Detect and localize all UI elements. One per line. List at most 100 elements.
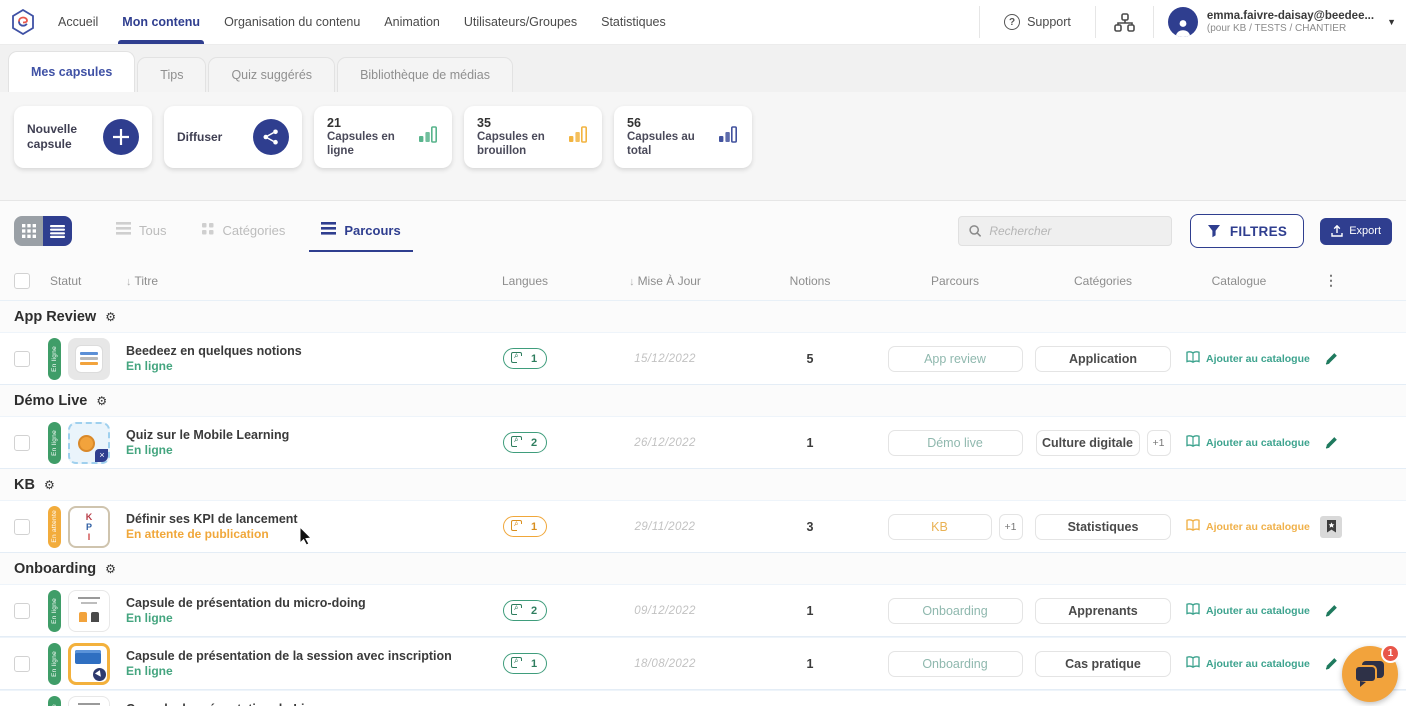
- add-to-catalogue-label: Ajouter au catalogue: [1206, 352, 1310, 365]
- add-to-catalogue-link[interactable]: Ajouter au catalogue: [1186, 351, 1310, 366]
- gear-icon[interactable]: ⚙: [105, 311, 116, 323]
- translate-icon: [510, 604, 526, 617]
- nav-item-utilisateurs-groupes[interactable]: Utilisateurs/Groupes: [452, 0, 589, 44]
- thumbnail-cell: [68, 589, 126, 632]
- capsule-thumbnail[interactable]: [68, 337, 110, 380]
- capsule-status: En ligne: [126, 610, 173, 625]
- filters-button[interactable]: FILTRES: [1189, 214, 1305, 248]
- stat-card-capsules-au-total[interactable]: 56 Capsules au total: [614, 106, 752, 168]
- parcours-chip[interactable]: Onboarding: [887, 597, 1023, 624]
- user-menu[interactable]: emma.faivre-daisay@beedee... (pour KB / …: [1154, 0, 1406, 44]
- extra-count-chip[interactable]: +1: [1146, 429, 1171, 456]
- edit-pencil-button[interactable]: [1324, 656, 1339, 671]
- book-icon: [1186, 351, 1200, 366]
- add-to-catalogue-link[interactable]: Ajouter au catalogue: [1186, 656, 1310, 671]
- capsule-title[interactable]: Capsule de présentation du Live: [126, 701, 460, 706]
- tab-tips[interactable]: Tips: [137, 57, 207, 92]
- nav-item-statistiques[interactable]: Statistiques: [589, 0, 678, 44]
- languages-badge[interactable]: 1: [502, 653, 548, 674]
- extra-count-chip[interactable]: +1: [998, 513, 1023, 540]
- capsule-title[interactable]: Capsule de présentation du micro-doing: [126, 595, 460, 611]
- nav-item-organisation-du-contenu[interactable]: Organisation du contenu: [212, 0, 372, 44]
- chat-launcher-button[interactable]: 1: [1342, 644, 1400, 702]
- book-icon: [1186, 656, 1200, 671]
- edit-pencil-button[interactable]: [1324, 351, 1339, 366]
- languages-badge[interactable]: 1: [502, 516, 548, 537]
- tab-mes-capsules[interactable]: Mes capsules: [8, 51, 136, 92]
- notions-count: 3: [806, 519, 814, 534]
- gear-icon[interactable]: ⚙: [96, 395, 107, 407]
- export-button[interactable]: Export: [1320, 217, 1392, 245]
- gear-icon[interactable]: ⚙: [105, 563, 116, 575]
- catalogue-cell: Ajouter au catalogue: [1176, 435, 1310, 450]
- status-pill: En ligne: [48, 589, 61, 632]
- languages-cell: 1: [460, 653, 590, 674]
- capsule-thumbnail[interactable]: ×: [68, 421, 110, 464]
- add-to-catalogue-link[interactable]: Ajouter au catalogue: [1186, 435, 1310, 450]
- capsule-thumbnail[interactable]: KPI: [68, 505, 110, 548]
- org-share-icon[interactable]: [1096, 0, 1153, 44]
- parcours-chip[interactable]: Démo live: [887, 429, 1023, 456]
- support-label: Support: [1027, 15, 1071, 29]
- column-options-icon[interactable]: ⋮: [1302, 272, 1360, 289]
- category-chip[interactable]: Apprenants: [1035, 597, 1171, 624]
- row-checkbox[interactable]: [14, 602, 30, 619]
- nav-item-mon-contenu[interactable]: Mon contenu: [110, 0, 212, 44]
- tab-bibliotheque-de-medias[interactable]: Bibliothèque de médias: [337, 57, 514, 92]
- tab-quiz-suggeres[interactable]: Quiz suggérés: [208, 57, 336, 92]
- category-chip[interactable]: Culture digitale: [1035, 429, 1140, 456]
- add-to-catalogue-link[interactable]: Ajouter au catalogue: [1186, 603, 1310, 618]
- categories-cell: Statistiques: [1030, 513, 1176, 540]
- bar-chart-icon: [418, 126, 439, 148]
- card-nouvelle-capsule[interactable]: Nouvelle capsule: [14, 106, 152, 168]
- select-all-checkbox[interactable]: [14, 272, 30, 289]
- bookmark-star-button[interactable]: [1320, 515, 1342, 538]
- view-mode-toggle[interactable]: [14, 216, 72, 246]
- translate-icon: [510, 657, 526, 670]
- row-checkbox[interactable]: [14, 518, 30, 535]
- category-chip[interactable]: Cas pratique: [1035, 650, 1171, 677]
- nav-item-animation[interactable]: Animation: [372, 0, 452, 44]
- filter-tab-tous[interactable]: Tous: [116, 222, 166, 240]
- capsule-thumbnail[interactable]: [68, 642, 110, 685]
- chevron-down-icon[interactable]: ▼: [1387, 17, 1396, 27]
- col-header-mise-a-jour[interactable]: ↓ Mise À Jour: [590, 274, 740, 288]
- parcours-chip[interactable]: KB: [887, 513, 992, 540]
- capsule-title[interactable]: Capsule de présentation de la session av…: [126, 648, 460, 664]
- languages-badge[interactable]: 2: [502, 432, 548, 453]
- filter-tab-parcours[interactable]: Parcours: [309, 222, 414, 252]
- beedeez-logo-icon[interactable]: [0, 0, 46, 44]
- category-chip[interactable]: Statistiques: [1035, 513, 1171, 540]
- capsule-thumbnail[interactable]: [68, 589, 110, 632]
- parcours-chip[interactable]: Onboarding: [887, 650, 1023, 677]
- card-diffuser[interactable]: Diffuser: [164, 106, 302, 168]
- row-checkbox[interactable]: [14, 655, 30, 672]
- edit-pencil-button[interactable]: [1324, 603, 1339, 618]
- capsule-title[interactable]: Quiz sur le Mobile Learning: [126, 427, 460, 443]
- gear-icon[interactable]: ⚙: [44, 479, 55, 491]
- support-button[interactable]: ? Support: [980, 0, 1095, 44]
- row-checkbox[interactable]: [14, 434, 30, 451]
- category-chip[interactable]: Application: [1035, 345, 1171, 372]
- search-box[interactable]: [957, 216, 1172, 246]
- capsule-thumbnail[interactable]: [68, 695, 110, 706]
- languages-badge[interactable]: 1: [502, 348, 548, 369]
- col-header-titre[interactable]: ↓ Titre: [126, 274, 460, 288]
- stat-card-capsules-en-brouillon[interactable]: 35 Capsules en brouillon: [464, 106, 602, 168]
- grid-view-icon[interactable]: [14, 216, 43, 246]
- action-cell: [1302, 603, 1360, 618]
- parcours-chip[interactable]: App review: [887, 345, 1023, 372]
- edit-pencil-button[interactable]: [1324, 435, 1339, 450]
- languages-badge[interactable]: 2: [502, 600, 548, 621]
- search-input[interactable]: [989, 224, 1161, 238]
- capsule-row: En ligne Capsule de présentation du micro…: [0, 584, 1406, 637]
- capsule-title[interactable]: Beedeez en quelques notions: [126, 343, 460, 359]
- nav-item-accueil[interactable]: Accueil: [46, 0, 110, 44]
- filter-tab-categories[interactable]: Catégories: [202, 222, 285, 240]
- stat-card-capsules-en-ligne[interactable]: 21 Capsules en ligne: [314, 106, 452, 168]
- capsule-title[interactable]: Définir ses KPI de lancement: [126, 511, 460, 527]
- add-to-catalogue-link[interactable]: Ajouter au catalogue: [1186, 519, 1310, 534]
- row-checkbox-cell: [0, 434, 40, 451]
- row-checkbox[interactable]: [14, 350, 30, 367]
- list-view-icon[interactable]: [43, 216, 72, 246]
